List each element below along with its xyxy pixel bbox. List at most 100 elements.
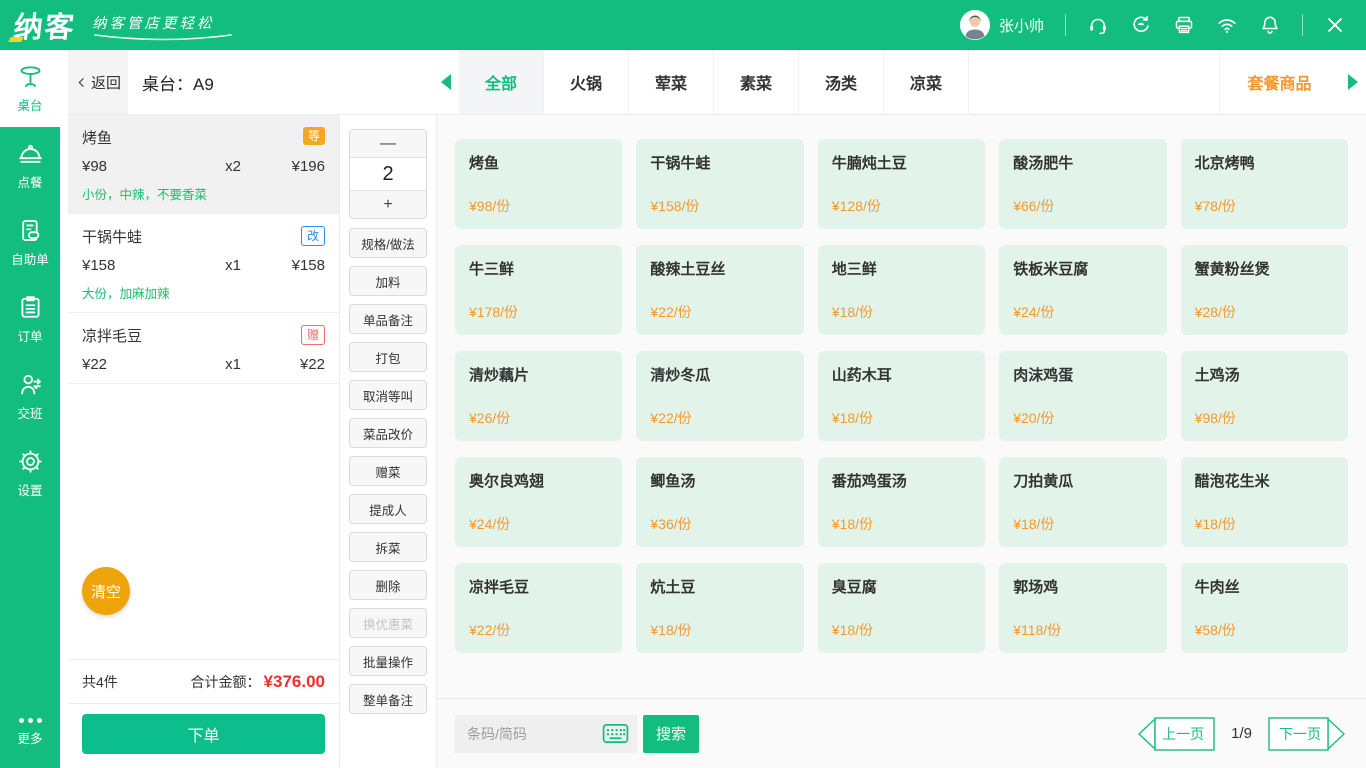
- menu-item-card[interactable]: 地三鲜¥18/份: [818, 245, 985, 335]
- menu-item-card[interactable]: 醋泡花生米¥18/份: [1181, 457, 1348, 547]
- menu-item-card[interactable]: 土鸡汤¥98/份: [1181, 351, 1348, 441]
- menu-item-card[interactable]: 鲫鱼汤¥36/份: [636, 457, 803, 547]
- menu-item-card[interactable]: 铁板米豆腐¥24/份: [999, 245, 1166, 335]
- user-name: 张小帅: [999, 15, 1044, 36]
- add-ingredient-button[interactable]: 加料: [349, 266, 427, 296]
- menu-item-card[interactable]: 酸汤肥牛¥66/份: [999, 139, 1166, 229]
- back-button[interactable]: 返回: [68, 50, 128, 114]
- menu-item-card[interactable]: 蟹黄粉丝煲¥28/份: [1181, 245, 1348, 335]
- menu-item-card[interactable]: 北京烤鸭¥78/份: [1181, 139, 1348, 229]
- brand-logo: 纳客: [12, 4, 78, 46]
- menu-item-card[interactable]: 酸辣土豆丝¥22/份: [636, 245, 803, 335]
- cloud-sync-button[interactable]: [1130, 14, 1152, 36]
- sidebar: 桌台 点餐 自助单: [0, 50, 60, 768]
- more-dots-icon: [19, 718, 42, 723]
- customer-service-button[interactable]: [1087, 14, 1109, 36]
- menu-item-card[interactable]: 山药木耳¥18/份: [818, 351, 985, 441]
- swap-discount-dish-button: 换优惠菜: [349, 608, 427, 638]
- headset-icon: [1087, 14, 1109, 36]
- close-button[interactable]: [1324, 14, 1346, 36]
- split-dish-button[interactable]: 拆菜: [349, 532, 427, 562]
- tab-all[interactable]: 全部: [459, 50, 544, 114]
- sidebar-item-more[interactable]: 更多: [0, 696, 60, 768]
- topbar-actions: 张小帅: [960, 10, 1346, 40]
- place-order-button[interactable]: 下单: [82, 714, 325, 754]
- menu-item-card[interactable]: 刀拍黄瓜¥18/份: [999, 457, 1166, 547]
- gift-dish-button[interactable]: 赠菜: [349, 456, 427, 486]
- order-item-total: ¥196: [255, 158, 325, 175]
- printer-button[interactable]: [1173, 14, 1195, 36]
- prev-page-button[interactable]: 上一页: [1137, 717, 1215, 751]
- change-price-button[interactable]: 菜品改价: [349, 418, 427, 448]
- cancel-wait-call-button[interactable]: 取消等叫: [349, 380, 427, 410]
- batch-operation-button[interactable]: 批量操作: [349, 646, 427, 676]
- order-item[interactable]: 烤鱼 等 ¥98 x2 ¥196 小份，中辣，不要香菜: [68, 115, 339, 214]
- next-page-button[interactable]: 下一页: [1268, 717, 1346, 751]
- qty-plus-button[interactable]: +: [350, 191, 426, 218]
- wifi-button[interactable]: [1216, 14, 1238, 36]
- pager: 上一页 1/9 下一页: [1137, 717, 1346, 751]
- tab-soup[interactable]: 汤类: [799, 50, 884, 114]
- tabs-scroll-right-button[interactable]: [1339, 50, 1366, 114]
- commission-person-button[interactable]: 提成人: [349, 494, 427, 524]
- notifications-button[interactable]: [1259, 14, 1281, 36]
- order-item[interactable]: 凉拌毛豆 赠 ¥22 x1 ¥22: [68, 313, 339, 384]
- menu-item-card[interactable]: 牛腩炖土豆¥128/份: [818, 139, 985, 229]
- menu-item-card[interactable]: 臭豆腐¥18/份: [818, 563, 985, 653]
- order-item[interactable]: 干锅牛蛙 改 ¥158 x1 ¥158 大份，加麻加辣: [68, 214, 339, 313]
- order-item-total: ¥22: [255, 356, 325, 373]
- takeout-pack-button[interactable]: 打包: [349, 342, 427, 372]
- tab-cold-dish[interactable]: 凉菜: [884, 50, 969, 114]
- order-panel: 烤鱼 等 ¥98 x2 ¥196 小份，中辣，不要香菜: [68, 115, 340, 768]
- tab-vegetable[interactable]: 素菜: [714, 50, 799, 114]
- order-submit-area: 下单: [68, 703, 339, 768]
- menu-item-card[interactable]: 郭场鸡¥118/份: [999, 563, 1166, 653]
- menu-item-card[interactable]: 番茄鸡蛋汤¥18/份: [818, 457, 985, 547]
- menu-item-card[interactable]: 凉拌毛豆¥22/份: [455, 563, 622, 653]
- brand: 纳客 纳客管店更轻松: [14, 4, 234, 46]
- menu-item-card[interactable]: 清炒藕片¥26/份: [455, 351, 622, 441]
- menu-item-card[interactable]: 清炒冬瓜¥22/份: [636, 351, 803, 441]
- menu-item-card[interactable]: 牛三鲜¥178/份: [455, 245, 622, 335]
- qty-minus-button[interactable]: —: [350, 130, 426, 157]
- delete-item-button[interactable]: 删除: [349, 570, 427, 600]
- tab-meat[interactable]: 荤菜: [629, 50, 714, 114]
- header-strip: 返回 桌台：A9 全部 火锅 荤菜 素菜 汤类 凉菜 套餐商品: [68, 50, 1366, 115]
- menu-item-card[interactable]: 炕土豆¥18/份: [636, 563, 803, 653]
- brand-tagline: 纳客管店更轻松: [92, 8, 234, 42]
- sidebar-item-shift-change[interactable]: 交班: [0, 358, 60, 435]
- tabs-scroll-left-button[interactable]: [432, 50, 459, 114]
- search-button[interactable]: 搜索: [643, 715, 699, 753]
- order-item-name: 烤鱼: [82, 127, 112, 148]
- spec-method-button[interactable]: 规格/做法: [349, 228, 427, 258]
- sidebar-item-settings[interactable]: 设置: [0, 435, 60, 512]
- sidebar-item-self-order[interactable]: 自助单: [0, 204, 60, 281]
- menu-item-card[interactable]: 奥尔良鸡翅¥24/份: [455, 457, 622, 547]
- item-remark-button[interactable]: 单品备注: [349, 304, 427, 334]
- menu-item-card[interactable]: 烤鱼¥98/份: [455, 139, 622, 229]
- clear-order-button[interactable]: 清空: [82, 567, 130, 615]
- sidebar-item-orders[interactable]: 订单: [0, 281, 60, 358]
- gear-icon: [17, 448, 44, 475]
- menu-item-card[interactable]: 干锅牛蛙¥158/份: [636, 139, 803, 229]
- keyboard-icon: [602, 723, 629, 744]
- wifi-icon: [1216, 14, 1238, 36]
- whole-order-remark-button[interactable]: 整单备注: [349, 684, 427, 714]
- triangle-right-icon: [1348, 74, 1358, 90]
- order-item-name: 干锅牛蛙: [82, 226, 142, 247]
- barcode-search-input[interactable]: [467, 726, 602, 742]
- tagline-swoosh-line: [92, 33, 234, 42]
- on-screen-keyboard-button[interactable]: [602, 723, 629, 744]
- user-chip: 张小帅: [960, 10, 1044, 40]
- menu-item-card[interactable]: 牛肉丝¥58/份: [1181, 563, 1348, 653]
- menu-item-card[interactable]: 肉沫鸡蛋¥20/份: [999, 351, 1166, 441]
- printer-icon: [1173, 14, 1195, 36]
- combo-products-button[interactable]: 套餐商品: [1219, 50, 1339, 114]
- barcode-search-box: [455, 715, 637, 753]
- sidebar-item-tables[interactable]: 桌台: [0, 50, 60, 127]
- tab-hotpot[interactable]: 火锅: [544, 50, 629, 114]
- avatar[interactable]: [960, 10, 990, 40]
- order-summary: 共4件 合计金额： ¥376.00: [68, 659, 339, 703]
- shift-change-person-icon: [17, 371, 44, 398]
- sidebar-item-order-food[interactable]: 点餐: [0, 127, 60, 204]
